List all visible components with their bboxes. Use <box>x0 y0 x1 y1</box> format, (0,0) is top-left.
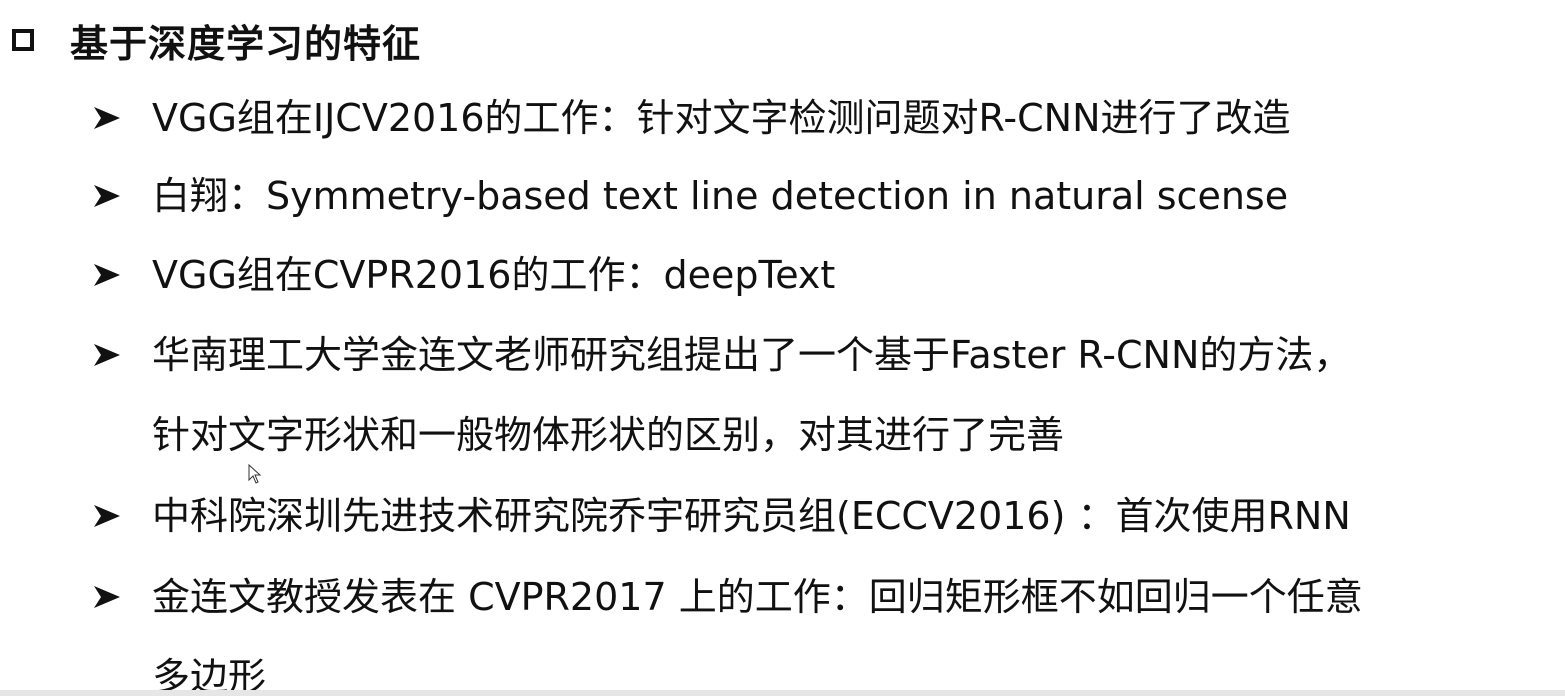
bullet-text-line: VGG组在IJCV2016的工作：针对文字检测问题对R-CNN进行了改造 <box>152 96 1291 140</box>
bullet-text-line: 白翔：Symmetry-based text line detection in… <box>152 174 1289 218</box>
arrowhead-bullet-icon <box>92 175 152 217</box>
bullet-text-line: 金连文教授发表在 CVPR2017 上的工作：回归矩形框不如回归一个任意 <box>152 575 1363 619</box>
bullet-item-2: 白翔：Symmetry-based text line detection in… <box>92 175 1288 217</box>
bullet-text-line: 针对文字形状和一般物体形状的区别，对其进行了完善 <box>152 413 1065 457</box>
arrowhead-bullet-icon <box>92 334 152 376</box>
bullet-item-4: 华南理工大学金连文老师研究组提出了一个基于Faster R-CNN的方法， 针对… <box>92 334 1351 456</box>
arrowhead-bullet-icon <box>92 97 152 139</box>
arrowhead-bullet-icon <box>92 254 152 296</box>
bullet-item-1: VGG组在IJCV2016的工作：针对文字检测问题对R-CNN进行了改造 <box>92 97 1291 139</box>
mouse-pointer-icon <box>248 464 262 484</box>
slide: 基于深度学习的特征 VGG组在IJCV2016的工作：针对文字检测问题对R-CN… <box>0 0 1565 698</box>
bullet-item-3: VGG组在CVPR2016的工作：deepText <box>92 254 835 296</box>
bullet-list: VGG组在IJCV2016的工作：针对文字检测问题对R-CNN进行了改造 白翔：… <box>0 0 1565 698</box>
bullet-item-5: 中科院深圳先进技术研究院乔宇研究员组(ECCV2016) ：首次使用RNN <box>92 495 1351 537</box>
bullet-text-line: 中科院深圳先进技术研究院乔宇研究员组(ECCV2016) ：首次使用RNN <box>152 494 1351 538</box>
arrowhead-bullet-icon <box>92 576 152 618</box>
arrowhead-bullet-icon <box>92 495 152 537</box>
bottom-edge <box>0 690 1565 696</box>
bullet-text-line: 华南理工大学金连文老师研究组提出了一个基于Faster R-CNN的方法， <box>152 333 1352 377</box>
bullet-text-line: VGG组在CVPR2016的工作：deepText <box>152 253 836 297</box>
bullet-item-6: 金连文教授发表在 CVPR2017 上的工作：回归矩形框不如回归一个任意 多边形 <box>92 576 1363 698</box>
